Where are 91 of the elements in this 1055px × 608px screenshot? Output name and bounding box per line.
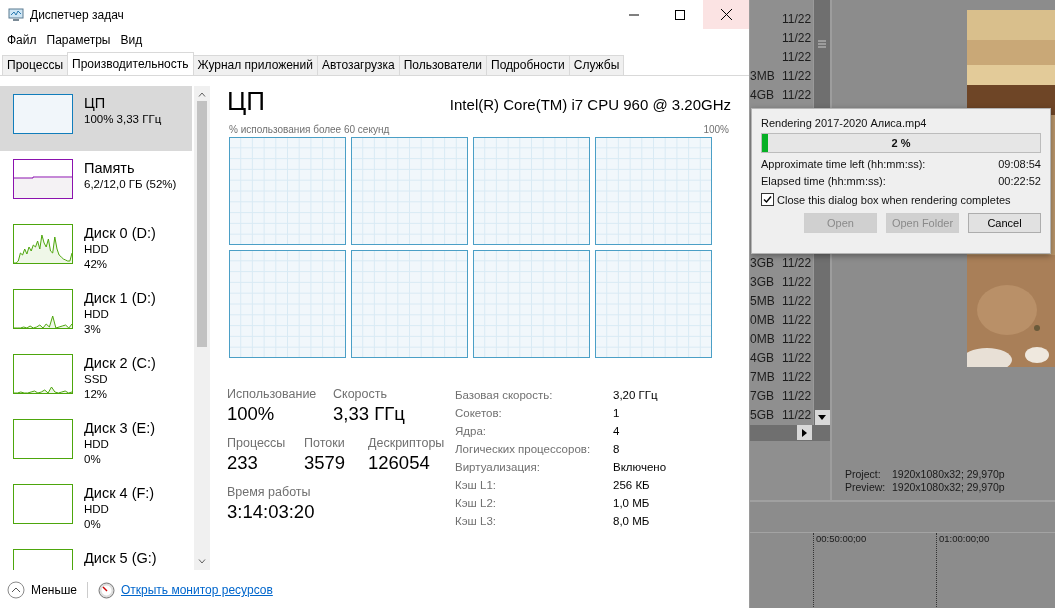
stat-value: 3579: [304, 451, 347, 475]
time-label: Elapsed time (hh:mm:ss):: [761, 175, 886, 187]
preview-info-value: 1920x1080x32; 29,970p: [892, 468, 1005, 481]
detail-value: 1: [613, 407, 621, 419]
stat-label: Дескрипторы: [368, 435, 446, 451]
resource-name: Память: [84, 159, 136, 177]
file-date: 11/22: [782, 49, 812, 64]
file-date: 11/22: [782, 255, 812, 270]
graph-max-label: 100%: [703, 124, 729, 135]
detail-label: Кэш L2:: [455, 497, 497, 509]
file-date: 11/22: [782, 293, 812, 308]
detail-value: 8,0 МБ: [613, 515, 651, 527]
time-value: 09:08:54: [998, 158, 1041, 170]
file-size: 3GB: [750, 274, 775, 289]
timecode-label: 00:50:00;00: [815, 533, 866, 544]
timecode-label: 01:00:00;00: [938, 533, 989, 544]
file-size: 7GB: [750, 388, 775, 403]
resource-detail: 0%: [84, 452, 102, 467]
detail-value: 3,20 ГГц: [613, 389, 659, 401]
resource-detail: 6,2/12,0 ГБ (52%): [84, 177, 177, 192]
resource-detail: HDD: [84, 242, 110, 257]
detail-label: Кэш L3:: [455, 515, 497, 527]
file-size: 5GB: [750, 407, 775, 422]
resource-name: Диск 4 (F:): [84, 484, 155, 502]
detail-label: Виртуализация:: [455, 461, 541, 473]
file-date: 11/22: [782, 68, 812, 83]
resource-name: ЦП: [84, 94, 107, 112]
detail-label: Ядра:: [455, 425, 487, 437]
file-date: 11/22: [782, 369, 812, 384]
resource-detail: HDD: [84, 502, 110, 517]
graph-caption: % использования более 60 секунд: [229, 124, 390, 135]
stat-value: 233: [227, 451, 259, 475]
file-date: 11/22: [782, 350, 812, 365]
stat-value: 3,33 ГГц: [333, 402, 406, 426]
stat-label: Время работы: [227, 484, 312, 500]
stat-label: Использование: [227, 386, 318, 402]
resource-detail: 12%: [84, 387, 109, 402]
file-date: 11/22: [782, 274, 812, 289]
resource-name: Диск 1 (D:): [84, 289, 156, 307]
file-date: 11/22: [782, 30, 812, 45]
stat-value: 3:14:03:20: [227, 500, 316, 524]
time-label: Approximate time left (hh:mm:ss):: [761, 158, 926, 170]
stat-label: Потоки: [304, 435, 346, 451]
section-title: ЦП: [227, 86, 265, 116]
resource-detail: 3%: [84, 322, 102, 337]
file-size: 0MB: [750, 331, 776, 346]
resource-detail: 100% 3,33 ГГц: [84, 112, 162, 127]
file-size: 3GB: [750, 255, 775, 270]
detail-value: 1,0 МБ: [613, 497, 651, 509]
resource-detail: SSD: [84, 372, 109, 387]
resource-detail: HDD: [84, 307, 110, 322]
detail-value: 4: [613, 425, 621, 437]
stat-label: Процессы: [227, 435, 287, 451]
file-date: 11/22: [782, 312, 812, 327]
file-date: 11/22: [782, 331, 812, 346]
detail-label: Логических процессоров:: [455, 443, 592, 455]
resource-name: Диск 3 (E:): [84, 419, 155, 437]
dialog-title: Rendering 2017-2020 Алиса.mp4: [761, 117, 928, 129]
file-size: 0MB: [750, 312, 776, 327]
detail-label: Базовая скорость:: [455, 389, 554, 401]
detail-value: 8: [613, 443, 621, 455]
progress-label: 2 %: [891, 137, 911, 149]
detail-value: Включено: [613, 461, 667, 473]
stat-label: Скорость: [333, 386, 388, 402]
detail-value: 256 КБ: [613, 479, 651, 491]
resource-detail: 0%: [84, 517, 102, 532]
file-size: 4GB: [750, 350, 775, 365]
file-size: 7MB: [750, 369, 776, 384]
cpu-model: Intel(R) Core(TM) i7 CPU 960 @ 3.20GHz: [449, 96, 731, 113]
stat-value: 126054: [368, 451, 431, 475]
file-size: 5MB: [750, 293, 776, 308]
time-value: 00:22:52: [998, 175, 1041, 187]
file-date: 11/22: [782, 407, 812, 422]
window-title: Диспетчер задач: [30, 7, 125, 22]
preview-info-label: Preview:: [845, 481, 887, 494]
file-size: 4GB: [750, 87, 775, 102]
resource-detail: 42%: [84, 257, 109, 272]
stat-value: 100%: [227, 402, 276, 426]
resource-name: Диск 2 (C:): [84, 354, 156, 372]
preview-info-value: 1920x1080x32; 29,970p: [892, 481, 1005, 494]
file-date: 11/22: [782, 87, 812, 102]
detail-label: Кэш L1:: [455, 479, 497, 491]
file-date: 11/22: [782, 11, 812, 26]
file-size: 3MB: [750, 68, 776, 83]
checkbox-label: Close this dialog box when rendering completes: [777, 193, 1011, 206]
detail-label: Сокетов:: [455, 407, 503, 419]
preview-info-label: Project:: [845, 468, 882, 481]
file-date: 11/22: [782, 388, 812, 403]
resource-name: Диск 5 (G:): [84, 549, 157, 567]
resource-detail: HDD: [84, 437, 110, 452]
resource-name: Диск 0 (D:): [84, 224, 156, 242]
